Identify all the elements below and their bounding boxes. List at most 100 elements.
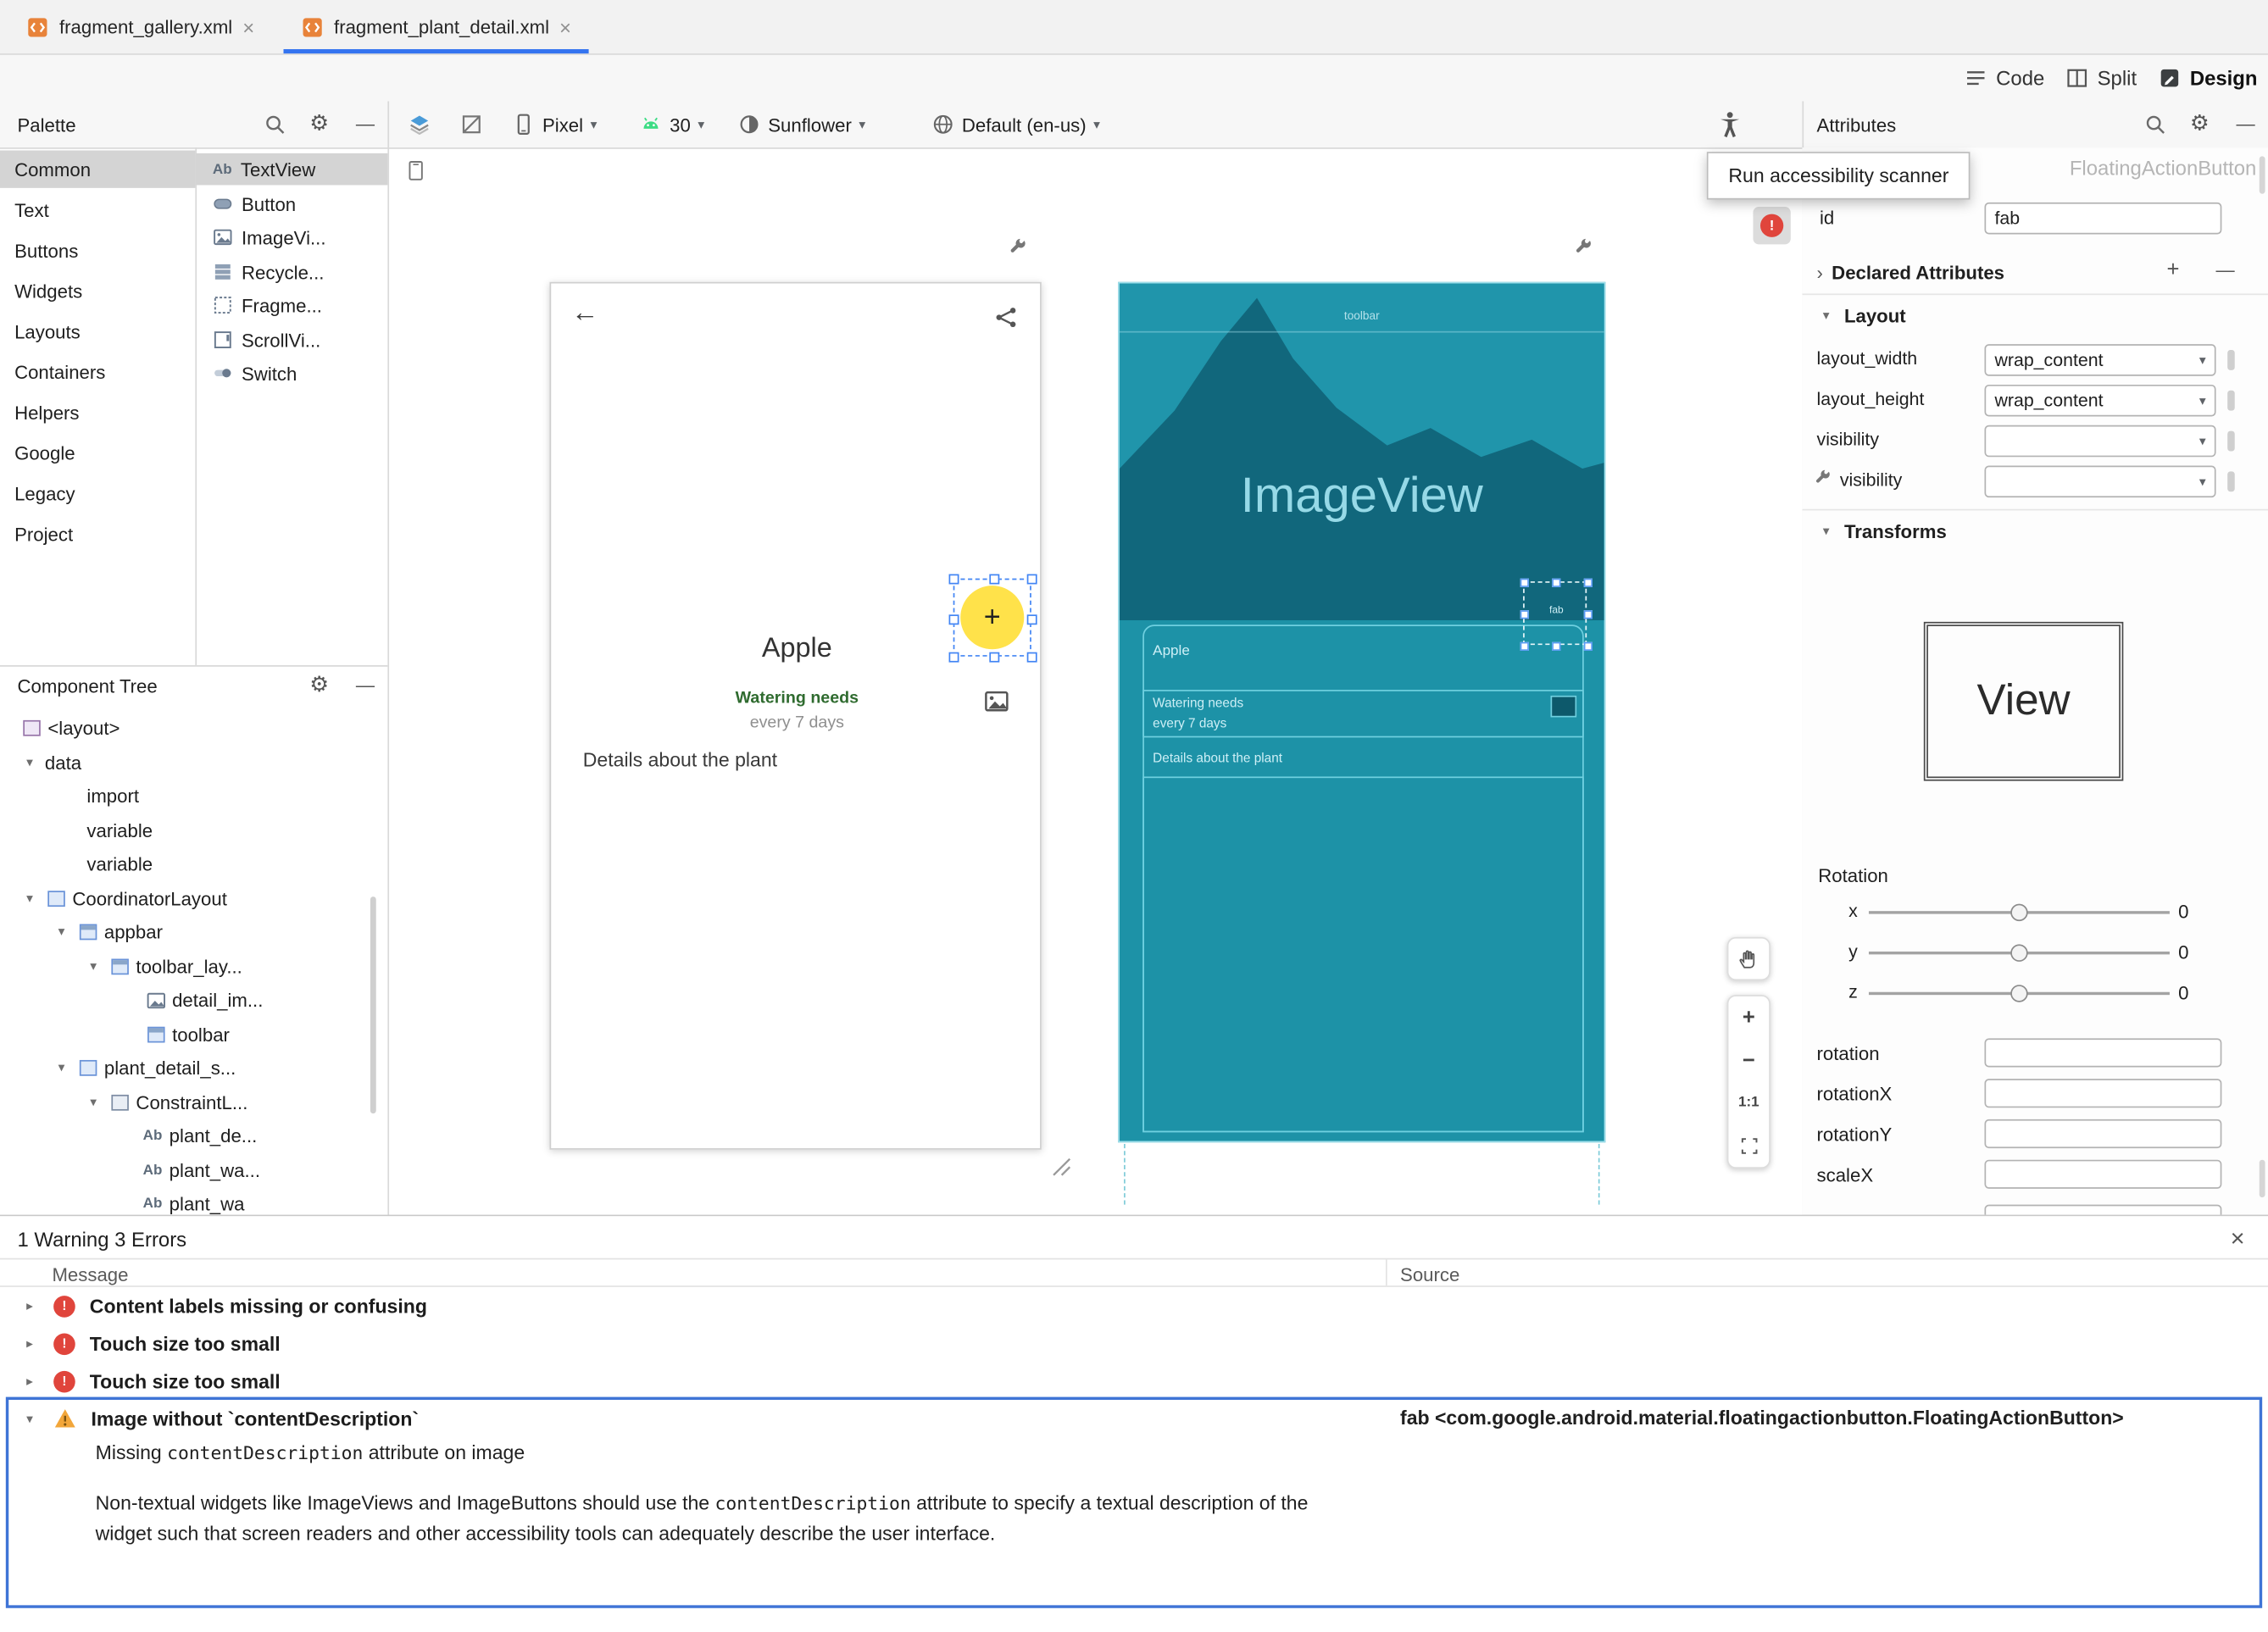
- chevron-down-icon[interactable]: ▾: [20, 755, 39, 771]
- zoom-out-button[interactable]: −: [1727, 1039, 1770, 1081]
- blueprint-fab-selection[interactable]: fab: [1520, 578, 1593, 651]
- resource-picker[interactable]: [2227, 430, 2235, 452]
- tools-visibility-dropdown[interactable]: ▾: [1984, 465, 2216, 498]
- accessibility-icon[interactable]: [1715, 110, 1744, 139]
- rotationy-field[interactable]: [1984, 1119, 2222, 1149]
- hide-panel-icon[interactable]: —: [2236, 114, 2254, 133]
- locale-selector[interactable]: Default (en-us) ▾: [931, 101, 1100, 147]
- mode-design-button[interactable]: Design: [2158, 55, 2258, 102]
- blueprint-preview[interactable]: toolbar ImageView Apple Watering needs e…: [1118, 281, 1606, 1143]
- design-preview[interactable]: ← Apple Watering needs every 7 days Deta…: [549, 281, 1042, 1150]
- palette-category-project[interactable]: Project: [0, 515, 195, 552]
- add-attribute-icon[interactable]: +: [2167, 258, 2180, 280]
- palette-category-layouts[interactable]: Layouts: [0, 313, 195, 350]
- problem-row[interactable]: ▸ Touch size too small: [0, 1363, 2268, 1400]
- palette-item-switch[interactable]: Switch: [195, 358, 387, 390]
- tree-item-variable[interactable]: variable: [0, 814, 387, 847]
- palette-category-text[interactable]: Text: [0, 191, 195, 228]
- palette-item-fragmentcontainerview[interactable]: Fragme...: [195, 289, 387, 321]
- next-field-partial[interactable]: [1984, 1204, 2222, 1215]
- tab-fragment-gallery[interactable]: fragment_gallery.xml ×: [8, 0, 271, 53]
- close-tab-icon[interactable]: ×: [559, 15, 571, 38]
- fab-selection-outline[interactable]: [948, 574, 1037, 663]
- hide-panel-icon[interactable]: —: [356, 114, 375, 133]
- rotation-z-slider[interactable]: [1868, 978, 2170, 1010]
- tree-item-coordinatorlayout[interactable]: ▾ CoordinatorLayout: [0, 882, 387, 915]
- palette-category-widgets[interactable]: Widgets: [0, 272, 195, 309]
- tab-fragment-plant-detail[interactable]: fragment_plant_detail.xml ×: [283, 0, 589, 54]
- palette-category-legacy[interactable]: Legacy: [0, 475, 195, 512]
- close-tab-icon[interactable]: ×: [242, 15, 254, 38]
- device-selector[interactable]: Pixel ▾: [512, 101, 597, 147]
- palette-category-buttons[interactable]: Buttons: [0, 231, 195, 269]
- attributes-scrollbar[interactable]: [2259, 156, 2265, 194]
- chevron-right-icon[interactable]: ▸: [20, 1298, 39, 1314]
- palette-category-containers[interactable]: Containers: [0, 352, 195, 390]
- search-icon[interactable]: [2143, 113, 2166, 136]
- tree-item-plant-watering-2[interactable]: Ab plant_wa: [0, 1187, 387, 1215]
- chevron-down-icon[interactable]: ▾: [52, 1060, 70, 1076]
- chevron-right-icon[interactable]: ▸: [20, 1335, 39, 1352]
- problem-row[interactable]: ▸ Touch size too small: [0, 1324, 2268, 1362]
- tree-item-constraintlayout[interactable]: ▾ ConstraintL...: [0, 1086, 387, 1119]
- tree-item-appbar[interactable]: ▾ appbar: [0, 915, 387, 948]
- column-header-message[interactable]: Message: [52, 1264, 128, 1286]
- gear-icon[interactable]: ⚙: [309, 674, 329, 696]
- tree-item-import[interactable]: import: [0, 780, 387, 813]
- tree-item-plant-detail-scrollview[interactable]: ▾ plant_detail_s...: [0, 1052, 387, 1085]
- visibility-dropdown[interactable]: ▾: [1984, 425, 2216, 458]
- tree-item-toolbar-layout[interactable]: ▾ toolbar_lay...: [0, 950, 387, 983]
- chevron-down-icon[interactable]: ▾: [20, 1411, 39, 1427]
- palette-item-imageview[interactable]: ImageVi...: [195, 221, 387, 253]
- chevron-down-icon[interactable]: ▾: [84, 1095, 103, 1111]
- declared-attributes-section[interactable]: › Declared Attributes: [1817, 254, 2004, 289]
- layout-height-dropdown[interactable]: wrap_content ▾: [1984, 384, 2216, 417]
- palette-item-recyclerview[interactable]: Recycle...: [195, 256, 387, 288]
- palette-item-textview[interactable]: Ab TextView: [195, 153, 388, 186]
- chevron-down-icon[interactable]: ▾: [84, 958, 103, 974]
- zoom-reset-button[interactable]: 1:1: [1727, 1082, 1770, 1124]
- resource-picker[interactable]: [2227, 471, 2235, 492]
- api-selector[interactable]: 30 ▾: [639, 101, 704, 147]
- resource-picker[interactable]: [2227, 350, 2235, 370]
- pan-tool-button[interactable]: [1726, 936, 1770, 981]
- rotation-x-slider[interactable]: [1868, 896, 2170, 929]
- zoom-in-button[interactable]: +: [1727, 996, 1770, 1039]
- theme-selector[interactable]: Sunflower ▾: [737, 101, 865, 147]
- tree-item-toolbar[interactable]: toolbar: [0, 1018, 387, 1051]
- tree-item-plant-detail-name[interactable]: Ab plant_de...: [0, 1119, 387, 1152]
- problem-row[interactable]: ▸ Content labels missing or confusing: [0, 1287, 2268, 1324]
- no-design-surface-icon[interactable]: [460, 113, 483, 136]
- tree-item-data[interactable]: ▾ data: [0, 747, 387, 780]
- device-frame-icon[interactable]: [405, 158, 427, 184]
- palette-category-common[interactable]: Common: [0, 150, 196, 188]
- close-icon[interactable]: ×: [2231, 1225, 2245, 1254]
- search-icon[interactable]: [264, 113, 286, 136]
- gear-icon[interactable]: ⚙: [2190, 113, 2210, 135]
- remove-attribute-icon[interactable]: —: [2216, 260, 2235, 279]
- issue-panel-button[interactable]: [1753, 207, 1791, 245]
- layout-section[interactable]: ▾ Layout: [1817, 298, 1906, 333]
- tree-item-plant-watering[interactable]: Ab plant_wa...: [0, 1154, 387, 1187]
- gear-icon[interactable]: ⚙: [309, 113, 329, 135]
- resize-handle-icon[interactable]: [1048, 1154, 1075, 1180]
- rotationx-field[interactable]: [1984, 1079, 2222, 1108]
- tree-scrollbar[interactable]: [370, 896, 376, 1114]
- tree-item-detail-image[interactable]: detail_im...: [0, 984, 387, 1017]
- attributes-scrollbar[interactable]: [2259, 1159, 2265, 1198]
- resource-picker[interactable]: [2227, 390, 2235, 411]
- scalex-field[interactable]: [1984, 1159, 2222, 1189]
- rotation-y-slider[interactable]: [1868, 937, 2170, 969]
- tree-item-variable[interactable]: variable: [0, 847, 387, 880]
- chevron-down-icon[interactable]: ▾: [52, 924, 70, 941]
- chevron-down-icon[interactable]: ▾: [20, 891, 39, 907]
- rotation-field[interactable]: [1984, 1038, 2222, 1068]
- id-field[interactable]: fab: [1984, 202, 2222, 235]
- tree-item-layout[interactable]: <layout>: [0, 712, 387, 745]
- palette-category-google[interactable]: Google: [0, 434, 195, 471]
- mode-code-button[interactable]: Code: [1965, 55, 2044, 102]
- mode-split-button[interactable]: Split: [2065, 55, 2137, 102]
- transforms-section[interactable]: ▾ Transforms: [1817, 513, 1947, 548]
- layers-icon[interactable]: [408, 113, 431, 136]
- palette-category-helpers[interactable]: Helpers: [0, 393, 195, 430]
